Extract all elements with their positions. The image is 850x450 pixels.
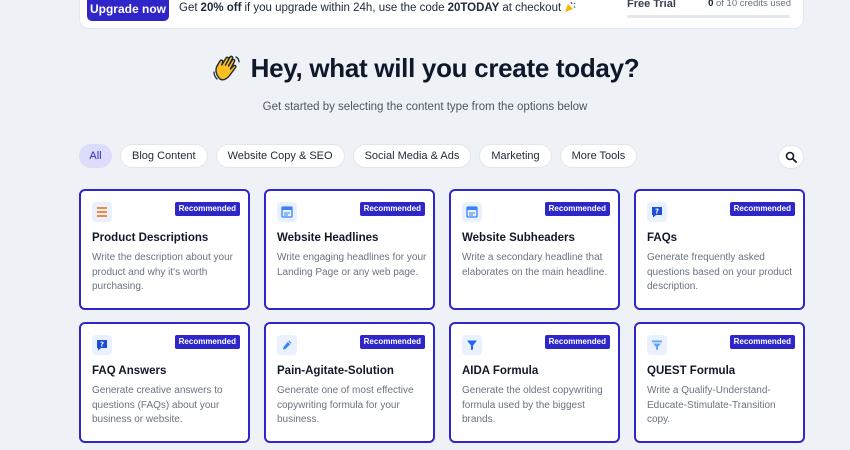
category-filters: All Blog Content Website Copy & SEO Soci… (79, 144, 638, 168)
card-description: Generate frequently asked questions base… (647, 252, 793, 293)
recommended-badge: Recommended (729, 335, 795, 349)
card-title: Website Headlines (277, 232, 379, 244)
svg-text:?: ? (100, 341, 104, 349)
pen-icon (277, 335, 297, 355)
free-trial-label: Free Trial (627, 0, 676, 10)
filter-all[interactable]: All (79, 144, 112, 168)
recommended-badge: Recommended (544, 335, 610, 349)
card-description: Write engaging headlines for your Landin… (277, 252, 427, 278)
card-website-headlines[interactable]: Recommended Website Headlines Write enga… (264, 189, 435, 310)
card-title: Pain-Agitate-Solution (277, 365, 394, 377)
recommended-badge: Recommended (174, 202, 240, 216)
promo-prefix: Get (179, 2, 198, 14)
card-website-subheaders[interactable]: Recommended Website Subheaders Write a s… (449, 189, 620, 310)
card-title: Product Descriptions (92, 232, 209, 244)
funnel-icon (647, 335, 667, 355)
question-icon: ? (647, 202, 667, 222)
card-title: QUEST Formula (647, 365, 736, 377)
card-pain-agitate-solution[interactable]: Recommended Pain-Agitate-Solution Genera… (264, 322, 435, 443)
recommended-badge: Recommended (359, 202, 425, 216)
filter-marketing[interactable]: Marketing (479, 144, 552, 168)
card-description: Generate the oldest copywriting formula … (462, 385, 603, 426)
promo-discount: 20% off (200, 2, 242, 14)
list-icon (92, 202, 112, 222)
search-button[interactable] (778, 145, 804, 169)
recommended-badge: Recommended (359, 335, 425, 349)
filter-social-media-ads[interactable]: Social Media & Ads (352, 144, 472, 168)
card-description: Write a secondary headline that elaborat… (462, 252, 608, 278)
promo-suffix: at checkout (502, 2, 562, 14)
credits-usage-text: of 10 credits used (716, 0, 791, 9)
card-description: Generate creative answers to questions (… (92, 385, 223, 426)
svg-text:?: ? (655, 208, 659, 216)
filter-more-tools[interactable]: More Tools (559, 144, 638, 168)
page-title: Hey, what will you create today? (250, 52, 640, 83)
card-description: Write the description about your product… (92, 252, 234, 293)
waving-hand-icon (212, 55, 240, 81)
card-product-descriptions[interactable]: Recommended Product Descriptions Write t… (79, 189, 250, 310)
layout-icon (462, 202, 482, 222)
layout-icon (277, 202, 297, 222)
filter-blog-content[interactable]: Blog Content (120, 144, 208, 168)
promo-code: 20TODAY (447, 2, 500, 14)
card-title: FAQ Answers (92, 365, 167, 377)
recommended-badge: Recommended (174, 335, 240, 349)
funnel-icon (462, 335, 482, 355)
card-title: Website Subheaders (462, 232, 575, 244)
recommended-badge: Recommended (729, 202, 795, 216)
promo-middle: if you upgrade within 24h, use the code (244, 2, 445, 14)
card-description: Generate one of most effective copywriti… (277, 385, 414, 426)
card-faqs[interactable]: ? Recommended FAQs Generate frequently a… (634, 189, 805, 310)
search-icon (785, 151, 797, 163)
party-popper-icon (565, 1, 576, 12)
filter-website-copy-seo[interactable]: Website Copy & SEO (215, 144, 345, 168)
card-description: Write a Qualify-Understand-Educate-Stimu… (647, 385, 776, 426)
credits-usage: 0 of 10 credits used (708, 0, 791, 9)
hero-heading: Hey, what will you create today? (0, 52, 850, 84)
credits-progress-bar (627, 15, 790, 18)
card-title: AIDA Formula (462, 365, 539, 377)
credits-used-count: 0 (708, 0, 714, 9)
card-aida-formula[interactable]: Recommended AIDA Formula Generate the ol… (449, 322, 620, 443)
page-subtitle: Get started by selecting the content typ… (262, 101, 588, 113)
upgrade-now-button[interactable]: Upgrade now (87, 0, 169, 21)
recommended-badge: Recommended (544, 202, 610, 216)
question-icon: ? (92, 335, 112, 355)
card-title: FAQs (647, 232, 678, 244)
promo-text: Get 20% off if you upgrade within 24h, u… (179, 1, 576, 14)
card-faq-answers[interactable]: ? Recommended FAQ Answers Generate creat… (79, 322, 250, 443)
card-quest-formula[interactable]: Recommended QUEST Formula Write a Qualif… (634, 322, 805, 443)
